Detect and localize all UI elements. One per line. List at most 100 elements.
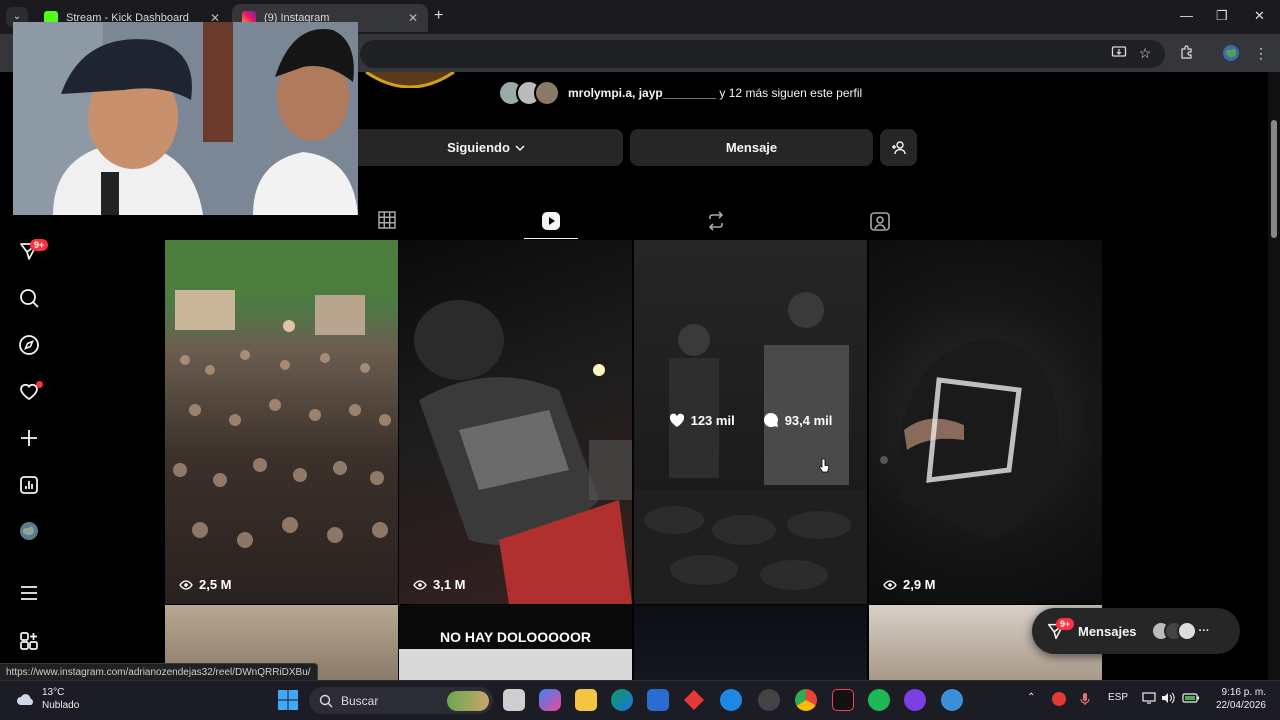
eye-icon <box>179 579 193 590</box>
task-view-icon[interactable] <box>503 689 525 711</box>
new-tab-button[interactable]: + <box>434 7 443 25</box>
recent-chats-avatars <box>1150 621 1197 641</box>
search-placeholder: Buscar <box>341 693 379 708</box>
tagged-icon <box>870 212 890 231</box>
tab-reels[interactable] <box>540 210 562 232</box>
windows-logo-icon <box>278 690 298 710</box>
comments-stat: 93,4 mil <box>763 412 832 428</box>
sidebar-item-dashboard[interactable] <box>18 474 42 498</box>
profile-avatar-icon[interactable] <box>1222 44 1240 62</box>
sidebar-item-also-from-meta[interactable] <box>18 630 42 654</box>
browser-profile-icon[interactable] <box>941 689 963 711</box>
notification-dot <box>36 381 43 388</box>
close-tab-icon[interactable]: ✕ <box>408 11 418 25</box>
following-label: Siguiendo <box>447 140 510 155</box>
maximize-button[interactable]: ❐ <box>1216 8 1228 24</box>
suggested-users-button[interactable] <box>880 129 917 166</box>
eye-icon <box>413 579 427 590</box>
reel-engagement-stats: 123 mil 93,4 mil <box>634 412 867 428</box>
browser-menu-icon[interactable]: ⋮ <box>1252 44 1270 62</box>
tab-reposts[interactable] <box>705 210 727 232</box>
profile-avatar-icon <box>20 522 38 540</box>
chevron-down-icon <box>515 144 525 151</box>
obs-icon[interactable] <box>758 689 780 711</box>
apps-icon <box>20 632 38 650</box>
reel-thumbnail[interactable]: 2,5 M <box>165 240 398 604</box>
edge-browser-icon[interactable] <box>611 689 633 711</box>
taskbar-search[interactable]: Buscar <box>309 687 493 714</box>
following-button[interactable]: Siguiendo <box>350 129 623 166</box>
weather-desc: Nublado <box>42 700 80 711</box>
tray-overflow-icon[interactable]: ⌃ <box>1027 692 1035 703</box>
insights-icon <box>20 476 38 494</box>
profile-picture[interactable] <box>360 72 460 88</box>
balaclava-image <box>880 339 1059 540</box>
copilot-icon[interactable] <box>539 689 561 711</box>
search-highlight-image <box>447 690 489 711</box>
minimize-button[interactable]: — <box>1180 8 1193 23</box>
microphone-icon[interactable] <box>1080 692 1090 709</box>
view-count: 2,9 M <box>883 577 936 592</box>
bookmark-star-icon[interactable]: ☆ <box>1136 44 1154 62</box>
chrome-browser-icon[interactable] <box>795 689 817 711</box>
reel-thumbnail[interactable]: 2,9 M <box>869 240 1102 604</box>
volume-icon[interactable] <box>1161 692 1175 707</box>
reel-thumbnail[interactable]: NO HAY DOLOOOOOR <box>399 605 632 680</box>
clock-time: 9:16 p. m. <box>1221 687 1266 698</box>
grid-icon <box>378 211 396 229</box>
motorcycle-image <box>414 300 632 604</box>
sidebar-item-profile[interactable] <box>18 520 42 544</box>
app-red-diamond-icon[interactable] <box>683 689 705 711</box>
scrollbar-thumb[interactable] <box>1271 120 1277 238</box>
sidebar-item-more[interactable] <box>18 582 42 606</box>
reel-thumbnail[interactable]: 3,1 M <box>399 240 632 604</box>
reel-thumbnail[interactable] <box>634 605 867 680</box>
sidebar-item-create[interactable] <box>18 427 42 451</box>
messages-pill-button[interactable]: 9+ Mensajes ··· <box>1032 608 1240 654</box>
reel-thumbnail-hovered[interactable]: 123 mil 93,4 mil <box>634 240 867 604</box>
extensions-icon[interactable] <box>1178 44 1196 62</box>
reel-caption-text: NO HAY DOLOOOOOR <box>440 629 591 645</box>
tiktok-icon[interactable] <box>832 689 854 711</box>
network-icon[interactable] <box>1142 692 1156 707</box>
file-explorer-icon[interactable] <box>575 689 597 711</box>
weather-widget[interactable]: 13°C Nublado <box>16 686 79 712</box>
view-count: 3,1 M <box>413 577 466 592</box>
likes-count: 123 mil <box>690 412 735 428</box>
language-indicator[interactable]: ESP <box>1108 692 1128 703</box>
taskbar-clock[interactable]: 9:16 p. m. 22/04/2026 <box>1210 686 1266 712</box>
followers-names: mrolympi.a, jayp________ <box>568 86 717 100</box>
sidebar-item-search[interactable] <box>18 287 42 311</box>
reel-image-strip <box>399 649 632 680</box>
view-count-value: 2,9 M <box>903 577 936 592</box>
cloud-icon <box>17 694 33 705</box>
followers-text: mrolympi.a, jayp________ y 12 más siguen… <box>568 86 862 100</box>
comment-filled-icon <box>763 412 778 427</box>
webcam-overlay <box>13 22 358 215</box>
microsoft-store-icon[interactable] <box>647 689 669 711</box>
close-window-button[interactable]: ✕ <box>1254 8 1265 24</box>
message-button[interactable]: Mensaje <box>630 129 873 166</box>
add-person-icon <box>891 140 906 154</box>
more-chats-indicator: ··· <box>1198 625 1210 637</box>
tab-tagged[interactable] <box>869 210 891 232</box>
app-blue-circle-icon[interactable] <box>720 689 742 711</box>
chat-app-icon[interactable] <box>904 689 926 711</box>
messages-badge: 9+ <box>30 239 49 251</box>
search-icon <box>319 694 333 707</box>
weather-temp: 13°C <box>42 687 65 698</box>
start-button[interactable] <box>277 689 299 711</box>
tray-app-icon[interactable] <box>1052 692 1066 706</box>
mutual-followers[interactable]: mrolympi.a, jayp________ y 12 más siguen… <box>498 78 862 108</box>
sidebar-item-explore[interactable] <box>18 334 42 358</box>
battery-icon[interactable] <box>1182 692 1200 707</box>
install-app-icon[interactable] <box>1110 44 1128 62</box>
address-bar[interactable] <box>360 40 1165 68</box>
follower-avatar <box>534 80 560 106</box>
spotify-icon[interactable] <box>868 689 890 711</box>
tab-posts[interactable] <box>377 210 399 232</box>
view-count-value: 3,1 M <box>433 577 466 592</box>
link-preview-url: https://www.instagram.com/adrianozendeja… <box>0 663 318 681</box>
compass-icon <box>19 335 39 355</box>
mouse-cursor-icon <box>818 458 830 479</box>
